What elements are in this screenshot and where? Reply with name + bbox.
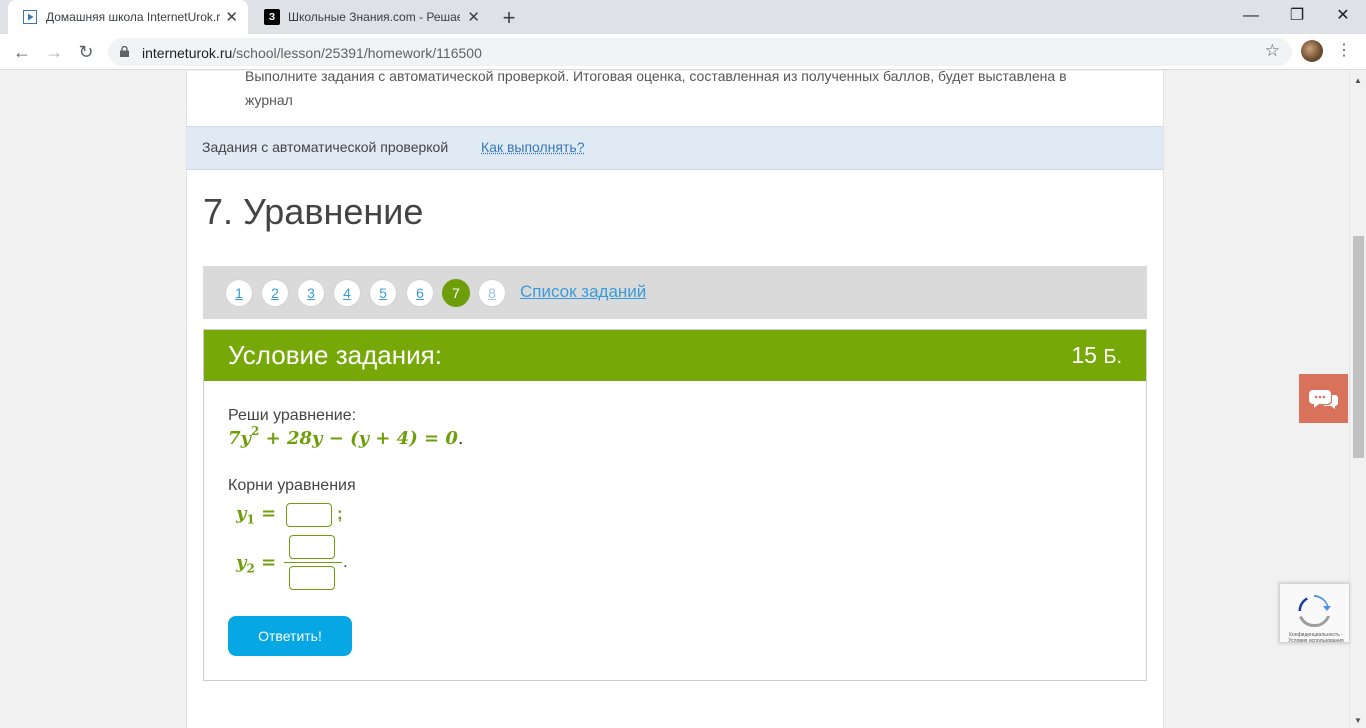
task-list-link[interactable]: Список заданий	[520, 282, 646, 302]
equation-term: 7y	[228, 428, 251, 449]
reload-icon[interactable]: ↻	[74, 40, 98, 64]
browser-toolbar: ← → ↻ interneturok.ru/school/lesson/2539…	[0, 34, 1366, 70]
page-link-2[interactable]: 2	[261, 279, 289, 307]
root-2-sub: 2	[246, 561, 255, 576]
equation-end: .	[457, 428, 464, 449]
scroll-up-icon[interactable]: ▲	[1354, 76, 1362, 85]
page-link-5[interactable]: 5	[369, 279, 397, 307]
close-tab-icon[interactable]: ✕	[467, 8, 480, 26]
points-value: 15	[1071, 342, 1097, 368]
intro-text: Выполните задания с автоматической прове…	[245, 71, 1067, 108]
page-link-7-current[interactable]: 7	[442, 279, 470, 307]
bookmark-star-icon[interactable]: ☆	[1265, 41, 1280, 61]
recaptcha-text: Конфиденциальность - Условия использован…	[1288, 632, 1344, 644]
scroll-down-icon[interactable]: ▼	[1354, 716, 1362, 725]
page-link-8[interactable]: 8	[478, 279, 506, 307]
tab-interneturok[interactable]: Домашняя школа InternetUrok.r ✕	[8, 0, 248, 34]
lock-icon	[120, 46, 129, 57]
new-tab-icon[interactable]: +	[498, 5, 520, 31]
roots-label: Корни уравнения	[228, 477, 356, 494]
equation-exponent: 2	[250, 424, 260, 438]
back-icon[interactable]: ←	[10, 40, 34, 64]
semicolon: ;	[337, 504, 343, 523]
question-text: Реши уравнение:	[228, 407, 357, 424]
minimize-icon[interactable]: —	[1228, 3, 1274, 31]
how-to-link[interactable]: Как выполнять?	[481, 139, 585, 155]
restore-icon[interactable]: ❐	[1274, 3, 1320, 31]
root-1-sub: 1	[246, 512, 255, 527]
task-condition-title: Условие задания:	[228, 340, 442, 370]
tab-title: Школьные Знания.com - Решае	[288, 10, 460, 24]
task-pager: 1 2 3 4 5 6 7 8 Список заданий	[203, 266, 1147, 319]
recaptcha-badge[interactable]: Конфиденциальность - Условия использован…	[1279, 583, 1349, 644]
profile-avatar[interactable]	[1301, 40, 1323, 62]
chat-bubbles-icon	[1309, 390, 1338, 409]
window-close-icon[interactable]: ✕	[1320, 3, 1366, 31]
task-card: Условие задания: 15 Б. Реши уравнение: 7…	[203, 329, 1147, 681]
period: .	[343, 552, 348, 571]
task-points: 15 Б.	[1071, 342, 1122, 369]
tab-strip: Домашняя школа InternetUrok.r ✕ З Школьн…	[0, 0, 1366, 34]
fraction-bar	[284, 562, 342, 563]
page-link-6[interactable]: 6	[406, 279, 434, 307]
equation: 7y2 + 28y − (y + 4) = 0.	[228, 424, 464, 449]
page-viewport: Выполните задания с автоматической прове…	[0, 71, 1349, 728]
page-title: 7. Уравнение	[203, 191, 424, 232]
recaptcha-icon	[1298, 595, 1331, 628]
url-host: interneturok.ru	[142, 45, 233, 61]
play-icon	[22, 9, 38, 25]
submit-answer-button[interactable]: Ответить!	[228, 616, 352, 656]
task-type-label: Задания с автоматической проверкой	[202, 139, 449, 155]
root-1-label: y1 =	[236, 503, 276, 527]
tab-title: Домашняя школа InternetUrok.r	[46, 10, 220, 24]
equation-rest: + 28y − (y + 4) = 0	[259, 428, 458, 449]
equals-sign: =	[254, 552, 277, 573]
forward-icon[interactable]: →	[42, 40, 66, 64]
points-unit: Б.	[1103, 346, 1122, 368]
scrollbar-thumb[interactable]	[1353, 236, 1364, 458]
page-link-1[interactable]: 1	[225, 279, 253, 307]
tab-znanija[interactable]: З Школьные Знания.com - Решае ✕	[250, 0, 490, 34]
chat-button[interactable]	[1299, 374, 1348, 423]
root-2-label: y2 =	[236, 552, 276, 576]
task-card-header: Условие задания: 15 Б.	[204, 330, 1146, 381]
znanija-icon: З	[264, 9, 280, 25]
root-2-var: y	[236, 552, 247, 573]
more-menu-icon[interactable]: ⋮	[1336, 40, 1352, 62]
root-1-var: y	[236, 503, 247, 524]
task-type-bar: Задания с автоматической проверкой Как в…	[187, 126, 1163, 170]
address-bar[interactable]: interneturok.ru/school/lesson/25391/home…	[108, 38, 1292, 66]
root-1-input[interactable]	[286, 503, 332, 527]
url-path: /school/lesson/25391/homework/116500	[232, 45, 482, 61]
close-tab-icon[interactable]: ✕	[225, 8, 238, 26]
homework-panel: Выполните задания с автоматической прове…	[186, 71, 1164, 728]
page-scrollbar[interactable]: ▲ ▼	[1349, 71, 1366, 728]
page-link-4[interactable]: 4	[333, 279, 361, 307]
page-link-3[interactable]: 3	[297, 279, 325, 307]
root-2-denominator-input[interactable]	[289, 566, 335, 590]
equals-sign: =	[254, 503, 277, 524]
root-2-numerator-input[interactable]	[289, 535, 335, 559]
url-text: interneturok.ru/school/lesson/25391/home…	[142, 45, 482, 61]
